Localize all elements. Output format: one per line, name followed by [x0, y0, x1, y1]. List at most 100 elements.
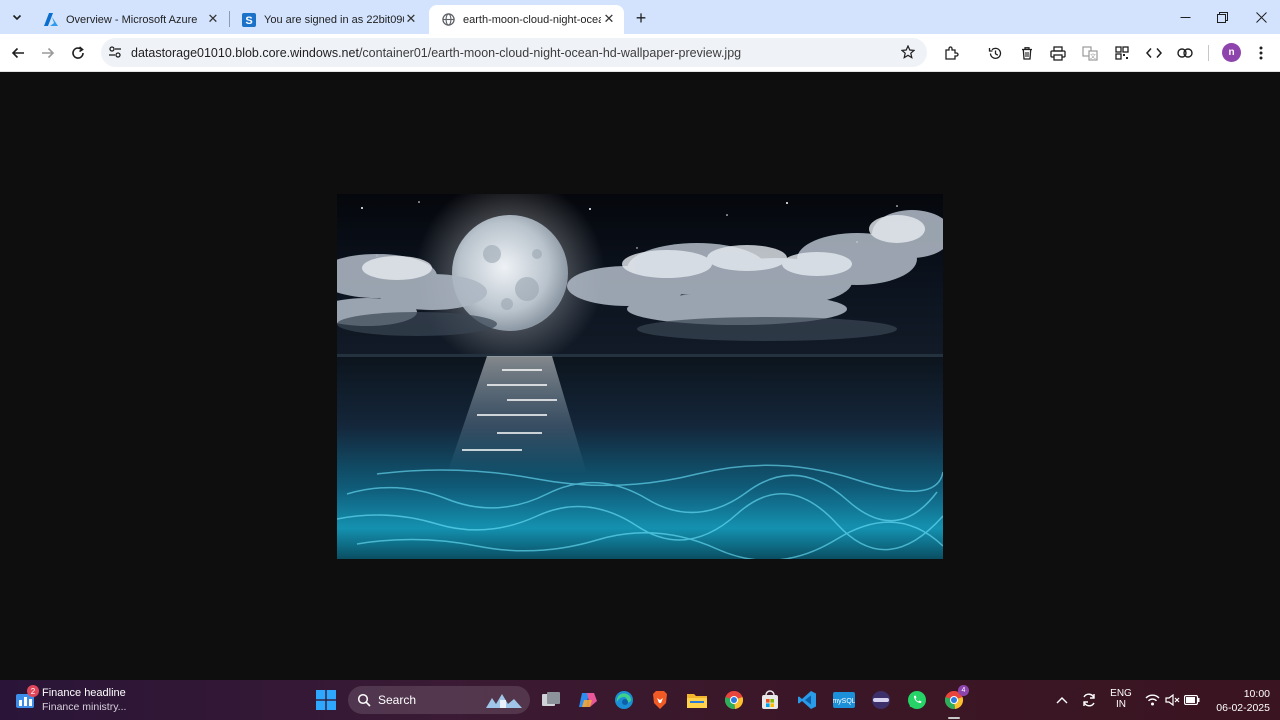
- s-icon: S: [242, 12, 256, 27]
- restore-icon: [1216, 11, 1228, 23]
- chevron-down-icon: [12, 14, 22, 21]
- wallpaper-image[interactable]: [337, 194, 943, 559]
- chrome-active-button[interactable]: 4: [942, 685, 969, 712]
- tab-strip: Overview - Microsoft Azure ✕ S You are s…: [0, 0, 1280, 34]
- clock[interactable]: 10:00 06-02-2025: [1208, 687, 1270, 715]
- whatsapp-icon: [908, 691, 926, 709]
- svg-text:mySQL: mySQL: [833, 698, 855, 705]
- edge-icon: [615, 691, 633, 709]
- clock-time: 10:00: [1243, 688, 1270, 700]
- image-viewer: [0, 73, 1280, 680]
- puzzle-icon: [944, 45, 959, 60]
- active-app-indicator: [948, 717, 960, 719]
- reload-button[interactable]: [67, 42, 89, 64]
- close-icon[interactable]: ✕: [602, 11, 616, 26]
- tab-title: earth-moon-cloud-night-ocean-hd-wallpape…: [463, 13, 601, 26]
- close-icon[interactable]: ✕: [206, 11, 220, 26]
- code-icon: [1146, 48, 1162, 58]
- printer-icon: [1050, 45, 1066, 61]
- back-button[interactable]: [7, 42, 29, 64]
- close-window-button[interactable]: [1249, 6, 1273, 28]
- tab-search-button[interactable]: [6, 6, 28, 28]
- wifi-icon: [1144, 694, 1160, 706]
- battery-button[interactable]: [1180, 688, 1204, 712]
- delete-button[interactable]: [1016, 42, 1038, 64]
- globe-icon: [441, 13, 455, 27]
- file-explorer-button[interactable]: [685, 688, 709, 712]
- chrome-icon: [724, 691, 744, 710]
- tab-title: You are signed in as 22bit090: [264, 13, 404, 26]
- forward-button[interactable]: [37, 42, 59, 64]
- task-view-icon: [542, 692, 560, 706]
- sync-icon: [1083, 693, 1095, 707]
- tab-signed-in[interactable]: S You are signed in as 22bit090 ✕: [230, 5, 426, 34]
- task-view-button[interactable]: [539, 688, 563, 712]
- whatsapp-button[interactable]: [905, 688, 929, 712]
- search-label: Search: [378, 693, 417, 707]
- history-icon: [988, 47, 1001, 59]
- brave-button[interactable]: [648, 688, 672, 712]
- show-hidden-icons-button[interactable]: [1050, 688, 1074, 712]
- address-bar[interactable]: datastorage01010.blob.core.windows.net/c…: [101, 38, 927, 67]
- chrome-taskbar-button[interactable]: [722, 688, 746, 712]
- language-indicator[interactable]: ENG IN: [1106, 688, 1136, 710]
- mysql-icon: mySQL: [833, 692, 855, 708]
- windows-taskbar: 2 Finance headline Finance ministry... S…: [0, 680, 1280, 720]
- search-highlight-icon: [486, 694, 522, 708]
- new-tab-button[interactable]: +: [631, 8, 651, 28]
- history-button[interactable]: [984, 42, 1006, 64]
- extensions-button[interactable]: [940, 42, 962, 64]
- view-source-button[interactable]: [1143, 42, 1165, 64]
- microsoft-store-button[interactable]: [758, 688, 782, 712]
- qr-code-button[interactable]: [1111, 42, 1133, 64]
- url-host: datastorage01010.blob.core.windows.net: [131, 46, 359, 60]
- edge-button[interactable]: [612, 688, 636, 712]
- profile-avatar[interactable]: n: [1222, 43, 1241, 62]
- mysql-workbench-button[interactable]: mySQL: [832, 688, 856, 712]
- qr-code-icon: [1115, 46, 1129, 60]
- folder-icon: [687, 694, 707, 708]
- more-vertical-icon: [1259, 46, 1263, 60]
- restore-button[interactable]: [1210, 6, 1234, 28]
- chevron-up-icon: [1056, 697, 1068, 704]
- url-path: /container01/earth-moon-cloud-night-ocea…: [358, 46, 742, 60]
- windows-logo-icon: [316, 690, 336, 710]
- news-subtitle: Finance ministry...: [42, 701, 127, 713]
- chrome-badge: 4: [958, 685, 969, 696]
- search-icon: [357, 693, 371, 707]
- copy-link-button[interactable]: [1174, 42, 1196, 64]
- minimize-icon: [1180, 16, 1190, 18]
- azure-icon: [44, 13, 58, 27]
- svg-text:文: 文: [1090, 52, 1096, 60]
- copilot-icon: [579, 693, 597, 707]
- tab-title: Overview - Microsoft Azure: [66, 13, 198, 26]
- arrow-left-icon: [11, 47, 24, 59]
- vscode-icon: [798, 691, 816, 709]
- toolbar-divider: [1208, 45, 1209, 61]
- app-button[interactable]: [869, 688, 893, 712]
- browser-toolbar: datastorage01010.blob.core.windows.net/c…: [0, 34, 1280, 72]
- news-widget[interactable]: 2 Finance headline Finance ministry...: [14, 685, 154, 714]
- taskbar-search-box[interactable]: Search: [348, 686, 530, 714]
- link-icon: [1177, 48, 1193, 58]
- tab-wallpaper[interactable]: earth-moon-cloud-night-ocean-hd-wallpape…: [429, 5, 624, 34]
- site-info-icon[interactable]: [108, 45, 122, 64]
- reload-icon: [72, 46, 84, 59]
- vscode-button[interactable]: [795, 688, 819, 712]
- sync-button[interactable]: [1077, 688, 1101, 712]
- minimize-button[interactable]: [1173, 6, 1197, 28]
- translate-button[interactable]: 文: [1079, 42, 1101, 64]
- bookmark-star-icon[interactable]: [900, 44, 916, 64]
- menu-button[interactable]: [1250, 42, 1272, 64]
- start-button[interactable]: [314, 688, 338, 712]
- print-button[interactable]: [1047, 42, 1069, 64]
- news-title: Finance headline: [42, 687, 126, 699]
- url-text[interactable]: datastorage01010.blob.core.windows.net/c…: [131, 46, 741, 60]
- copilot-button[interactable]: [576, 688, 600, 712]
- app-pill-icon: [872, 691, 890, 709]
- news-badge: 2: [27, 685, 39, 697]
- language-top: ENG: [1110, 688, 1132, 699]
- tab-azure[interactable]: Overview - Microsoft Azure ✕: [32, 5, 228, 34]
- store-bag-icon: [762, 690, 778, 709]
- close-icon[interactable]: ✕: [404, 11, 418, 26]
